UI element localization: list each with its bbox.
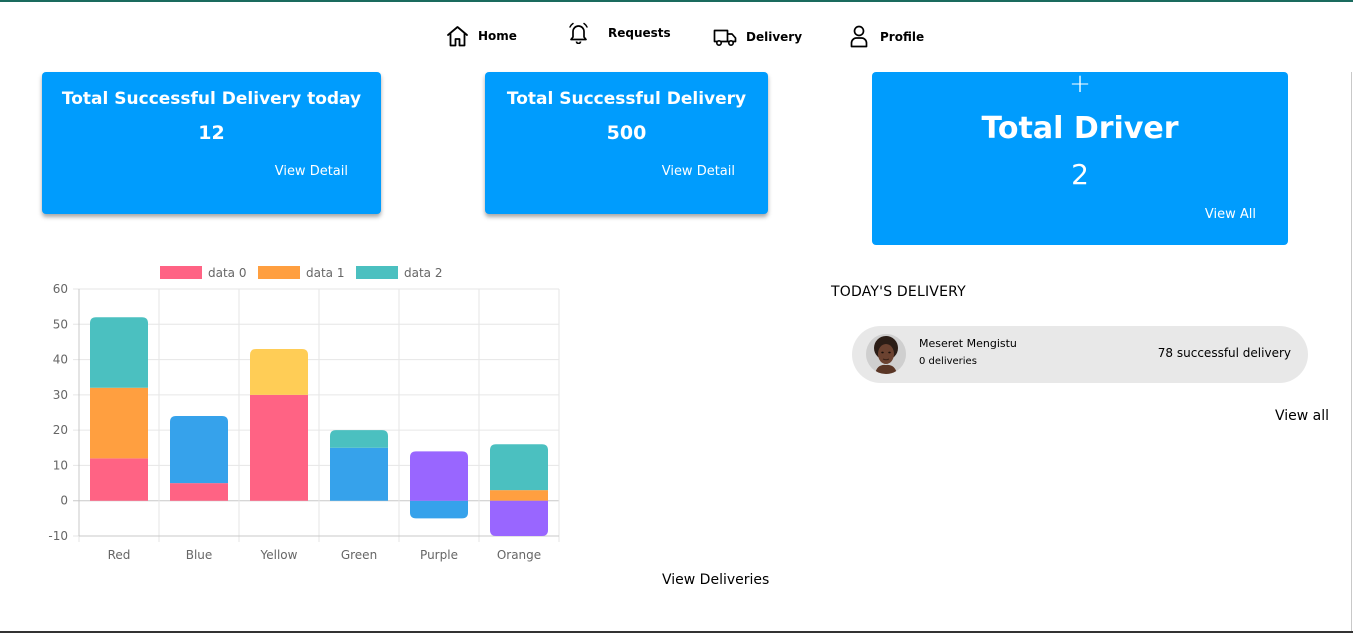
bar-segment — [90, 317, 148, 388]
bar-segment — [490, 444, 548, 491]
view-detail-link[interactable]: View Detail — [275, 164, 348, 179]
nav-home[interactable]: Home — [446, 25, 517, 47]
todays-delivery-heading: TODAY'S DELIVERY — [831, 284, 966, 300]
bar-segment — [490, 490, 548, 501]
bar-segment — [330, 447, 388, 501]
bar-segment — [330, 430, 388, 448]
nav-home-label: Home — [478, 29, 517, 43]
legend-swatch — [258, 266, 300, 279]
y-tick-label: 20 — [53, 423, 68, 437]
bar-segment — [90, 387, 148, 459]
total-delivery-card: Total Successful Delivery 500 View Detai… — [485, 72, 768, 214]
legend-label: data 2 — [404, 266, 442, 280]
total-driver-card: + Total Driver 2 View All — [872, 71, 1288, 245]
legend-label: data 1 — [306, 266, 344, 280]
view-all-drivers-link[interactable]: View All — [1205, 207, 1256, 222]
bar-segment — [250, 348, 308, 395]
y-tick-label: 50 — [53, 317, 68, 331]
card-value: 12 — [198, 122, 225, 144]
scroll-edge — [1351, 72, 1352, 632]
y-tick-label: 30 — [53, 388, 68, 402]
card-value: 2 — [1071, 158, 1089, 191]
legend-label: data 0 — [208, 266, 246, 280]
card-value: 500 — [606, 122, 647, 144]
top-nav: Home Requests Delivery Profile — [0, 20, 1353, 54]
x-tick-label: Orange — [497, 548, 541, 562]
nav-delivery-label: Delivery — [746, 30, 803, 44]
x-tick-label: Blue — [186, 548, 213, 562]
x-tick-label: Yellow — [260, 548, 298, 562]
avatar — [866, 334, 906, 374]
view-deliveries-link[interactable]: View Deliveries — [662, 572, 769, 588]
driver-delivery-count: 0 deliveries — [919, 356, 977, 367]
y-tick-label: -10 — [48, 529, 68, 543]
nav-requests-label: Requests — [608, 26, 671, 40]
legend-swatch — [356, 266, 398, 279]
bar-segment — [410, 500, 468, 519]
today-delivery-card: Total Successful Delivery today 12 View … — [42, 72, 381, 214]
nav-profile[interactable]: Profile — [850, 25, 924, 48]
delivery-driver-item[interactable]: Meseret Mengistu 0 deliveries 78 success… — [852, 326, 1308, 383]
legend-swatch — [160, 266, 202, 279]
bar-segment — [170, 416, 228, 484]
nav-delivery[interactable]: Delivery — [713, 27, 802, 47]
user-icon — [850, 25, 868, 48]
x-tick-label: Red — [108, 548, 131, 562]
nav-profile-label: Profile — [880, 29, 925, 44]
plus-icon[interactable]: + — [872, 71, 1288, 97]
x-tick-label: Green — [341, 548, 377, 562]
x-tick-label: Purple — [420, 548, 458, 562]
nav-requests[interactable]: Requests — [567, 22, 671, 44]
y-tick-label: 10 — [53, 458, 68, 472]
card-title: Total Successful Delivery — [506, 89, 747, 109]
y-tick-label: 0 — [60, 494, 68, 508]
stacked-bar-chart: 60 50 40 30 20 10 0 -10 Red Blue Yellow Green Purple… — [48, 266, 560, 562]
bar-segment — [490, 500, 548, 536]
bar-segment — [250, 394, 308, 501]
driver-success-count: 78 successful delivery — [1157, 346, 1291, 360]
home-icon — [447, 26, 468, 47]
bar-segment — [170, 483, 228, 501]
bar-segment — [410, 451, 468, 501]
top-border — [0, 0, 1353, 2]
driver-name: Meseret Mengistu — [919, 337, 1017, 350]
y-tick-label: 60 — [53, 282, 68, 296]
y-tick-label: 40 — [53, 353, 68, 367]
bell-icon — [569, 22, 588, 44]
truck-icon — [713, 29, 737, 47]
view-all-link[interactable]: View all — [1275, 408, 1329, 424]
view-detail-link[interactable]: View Detail — [662, 164, 735, 179]
card-title: Total Driver — [981, 111, 1179, 146]
bar-segment — [90, 458, 148, 501]
card-title: Total Successful Delivery today — [61, 89, 362, 109]
